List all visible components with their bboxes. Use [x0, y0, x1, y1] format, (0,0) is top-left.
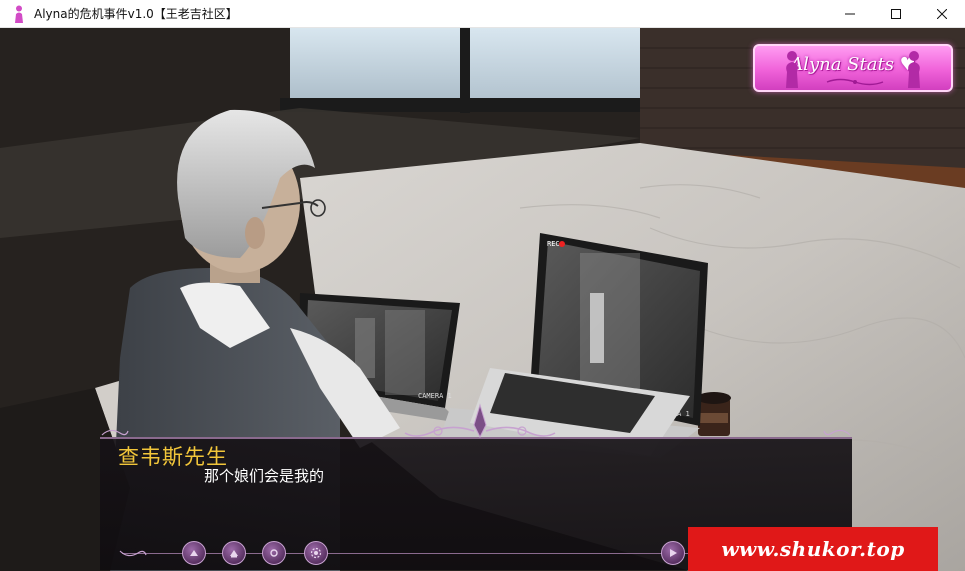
close-button[interactable] [919, 0, 965, 28]
minimize-icon [845, 13, 855, 15]
settings-button[interactable] [304, 541, 328, 565]
stats-button-label: Alyna Stats ♥ [790, 53, 916, 75]
save-icon [230, 550, 238, 558]
watermark-text: www.shukor.top [721, 537, 905, 561]
corner-ornament-icon [823, 429, 851, 436]
load-icon [270, 549, 278, 557]
girl-silhouette-icon [908, 51, 920, 88]
title-bar: Alyna的危机事件v1.0【王老吉社区】 [0, 0, 965, 28]
site-watermark: www.shukor.top [688, 527, 938, 571]
pink-figure-icon [10, 5, 28, 23]
window-title: Alyna的危机事件v1.0【王老吉社区】 [34, 7, 238, 21]
maximize-button[interactable] [873, 0, 919, 28]
girl-silhouette-icon [786, 51, 798, 88]
window-controls [827, 0, 965, 28]
history-icon [190, 550, 198, 556]
game-scene: CAMERA 1 REC CAMERA 1 [0, 28, 965, 571]
left-laptop-label: CAMERA 1 [418, 392, 452, 400]
auto-button[interactable] [661, 541, 685, 565]
game-window: Alyna的危机事件v1.0【王老吉社区】 CAMERA 1 REC Alyna… [0, 0, 965, 571]
settings-icon [310, 547, 322, 559]
minimize-button[interactable] [827, 0, 873, 28]
rec-label: REC [547, 240, 560, 248]
corner-ornament-icon [119, 550, 147, 557]
history-button[interactable] [182, 541, 206, 565]
flourish-ornament-icon [826, 78, 884, 86]
save-button[interactable] [222, 541, 246, 565]
corner-ornament-icon [101, 429, 129, 436]
filigree-ornament-icon [404, 403, 556, 439]
auto-icon [670, 549, 677, 557]
load-button[interactable] [262, 541, 286, 565]
maximize-icon [891, 9, 901, 19]
alyna-stats-button[interactable]: Alyna Stats ♥ [753, 44, 953, 92]
close-icon [937, 9, 947, 19]
dialogue-text: 那个娘们会是我的 [204, 467, 325, 485]
